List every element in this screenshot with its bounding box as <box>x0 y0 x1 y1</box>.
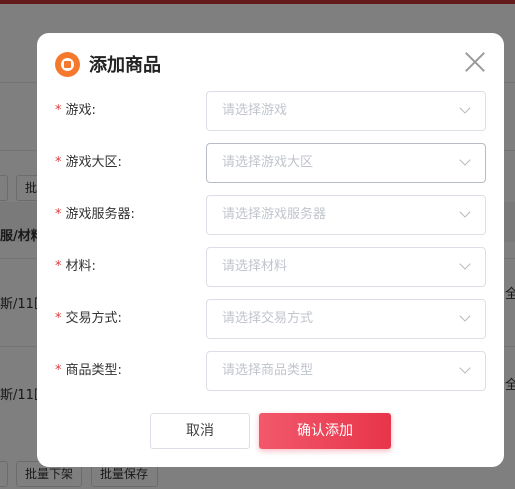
trade-method-select[interactable]: 请选择交易方式 <box>206 299 486 339</box>
form-row-product-type: * 商品类型: 请选择商品类型 <box>55 351 487 391</box>
field-label-text: 游戏大区: <box>65 155 122 170</box>
cancel-button[interactable]: 取消 <box>150 413 250 449</box>
required-mark: * <box>55 155 62 170</box>
select-placeholder: 请选择商品类型 <box>222 363 314 378</box>
dialog-header: 添加商品 <box>55 50 161 78</box>
field-label-text: 游戏: <box>65 103 96 118</box>
form-row-trade-method: * 交易方式: 请选择交易方式 <box>55 299 487 339</box>
form-row-material: * 材料: 请选择材料 <box>55 247 487 287</box>
server-select[interactable]: 请选择游戏服务器 <box>206 195 486 235</box>
form-row-game: * 游戏: 请选择游戏 <box>55 91 487 131</box>
field-label: * 游戏: <box>55 91 96 131</box>
game-select[interactable]: 请选择游戏 <box>206 91 486 131</box>
field-label: * 材料: <box>55 247 96 287</box>
chevron-down-icon <box>460 313 470 323</box>
select-placeholder: 请选择游戏服务器 <box>222 207 327 222</box>
confirm-add-button[interactable]: 确认添加 <box>259 413 391 449</box>
field-label-text: 交易方式: <box>65 311 122 326</box>
select-placeholder: 请选择交易方式 <box>222 311 314 326</box>
chevron-down-icon <box>460 157 470 167</box>
add-product-dialog: 添加商品 * 游戏: 请选择游戏 * 游戏大区: 请选择游戏大区 * 游戏服务器: 请… <box>37 33 504 467</box>
required-mark: * <box>55 363 62 378</box>
chevron-down-icon <box>460 365 470 375</box>
region-select[interactable]: 请选择游戏大区 <box>206 143 486 183</box>
close-icon[interactable] <box>464 51 486 73</box>
chevron-down-icon <box>460 261 470 271</box>
material-select[interactable]: 请选择材料 <box>206 247 486 287</box>
required-mark: * <box>55 103 62 118</box>
field-label-text: 材料: <box>65 259 96 274</box>
select-placeholder: 请选择游戏 <box>222 103 288 118</box>
required-mark: * <box>55 207 62 222</box>
select-placeholder: 请选择材料 <box>222 259 288 274</box>
required-mark: * <box>55 259 62 274</box>
form-row-region: * 游戏大区: 请选择游戏大区 <box>55 143 487 183</box>
field-label: * 商品类型: <box>55 351 122 391</box>
field-label-text: 游戏服务器: <box>65 207 135 222</box>
field-label-text: 商品类型: <box>65 363 122 378</box>
field-label: * 游戏大区: <box>55 143 122 183</box>
form-row-server: * 游戏服务器: 请选择游戏服务器 <box>55 195 487 235</box>
game-logo-icon <box>55 51 80 77</box>
dialog-title: 添加商品 <box>89 55 161 76</box>
chevron-down-icon <box>460 105 470 115</box>
required-mark: * <box>55 311 62 326</box>
field-label: * 交易方式: <box>55 299 122 339</box>
field-label: * 游戏服务器: <box>55 195 135 235</box>
chevron-down-icon <box>460 209 470 219</box>
product-type-select[interactable]: 请选择商品类型 <box>206 351 486 391</box>
select-placeholder: 请选择游戏大区 <box>222 155 314 170</box>
